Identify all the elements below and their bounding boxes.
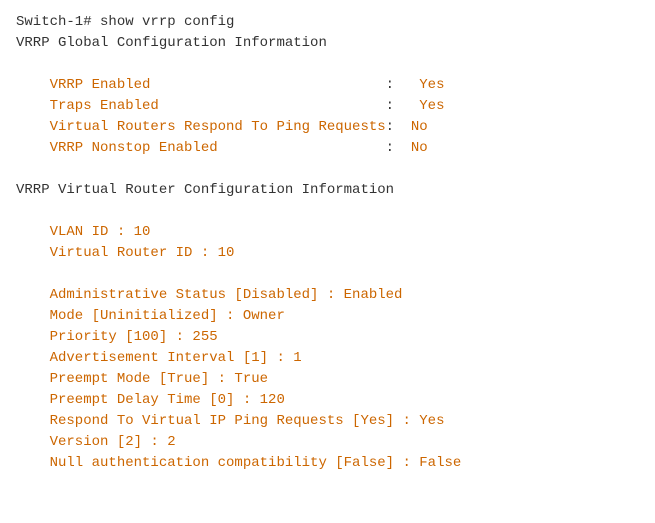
data-line: VRRP Enabled : Yes	[16, 75, 639, 96]
plain-line: Preempt Mode [True] : True	[16, 369, 639, 390]
plain-line: VLAN ID : 10	[16, 222, 639, 243]
plain-line: Preempt Delay Time [0] : 120	[16, 390, 639, 411]
plain-line: Mode [Uninitialized] : Owner	[16, 306, 639, 327]
section-header: VRRP Virtual Router Configuration Inform…	[16, 180, 639, 201]
plain-line: Advertisement Interval [1] : 1	[16, 348, 639, 369]
data-value: No	[411, 119, 428, 135]
plain-line: Administrative Status [Disabled] : Enabl…	[16, 285, 639, 306]
data-colon: :	[386, 140, 411, 156]
data-value: No	[411, 140, 428, 156]
data-line: Virtual Routers Respond To Ping Requests…	[16, 117, 639, 138]
data-colon: :	[386, 77, 420, 93]
data-value: Yes	[419, 98, 444, 114]
plain-line: Version [2] : 2	[16, 432, 639, 453]
data-colon: :	[386, 119, 411, 135]
section-header: VRRP Global Configuration Information	[16, 33, 639, 54]
data-line: Traps Enabled : Yes	[16, 96, 639, 117]
data-label: VRRP Enabled	[16, 77, 386, 93]
plain-line: Virtual Router ID : 10	[16, 243, 639, 264]
data-label: Traps Enabled	[16, 98, 386, 114]
empty-line	[16, 159, 639, 180]
data-value: Yes	[419, 77, 444, 93]
terminal-output: Switch-1# show vrrp configVRRP Global Co…	[0, 0, 655, 523]
empty-line	[16, 264, 639, 285]
plain-line: Priority [100] : 255	[16, 327, 639, 348]
empty-line	[16, 54, 639, 75]
data-label: VRRP Nonstop Enabled	[16, 140, 386, 156]
plain-line: Respond To Virtual IP Ping Requests [Yes…	[16, 411, 639, 432]
data-line: VRRP Nonstop Enabled : No	[16, 138, 639, 159]
data-label: Virtual Routers Respond To Ping Requests	[16, 119, 386, 135]
empty-line	[16, 201, 639, 222]
plain-line: Null authentication compatibility [False…	[16, 453, 639, 474]
prompt-line: Switch-1# show vrrp config	[16, 12, 639, 33]
data-colon: :	[386, 98, 420, 114]
